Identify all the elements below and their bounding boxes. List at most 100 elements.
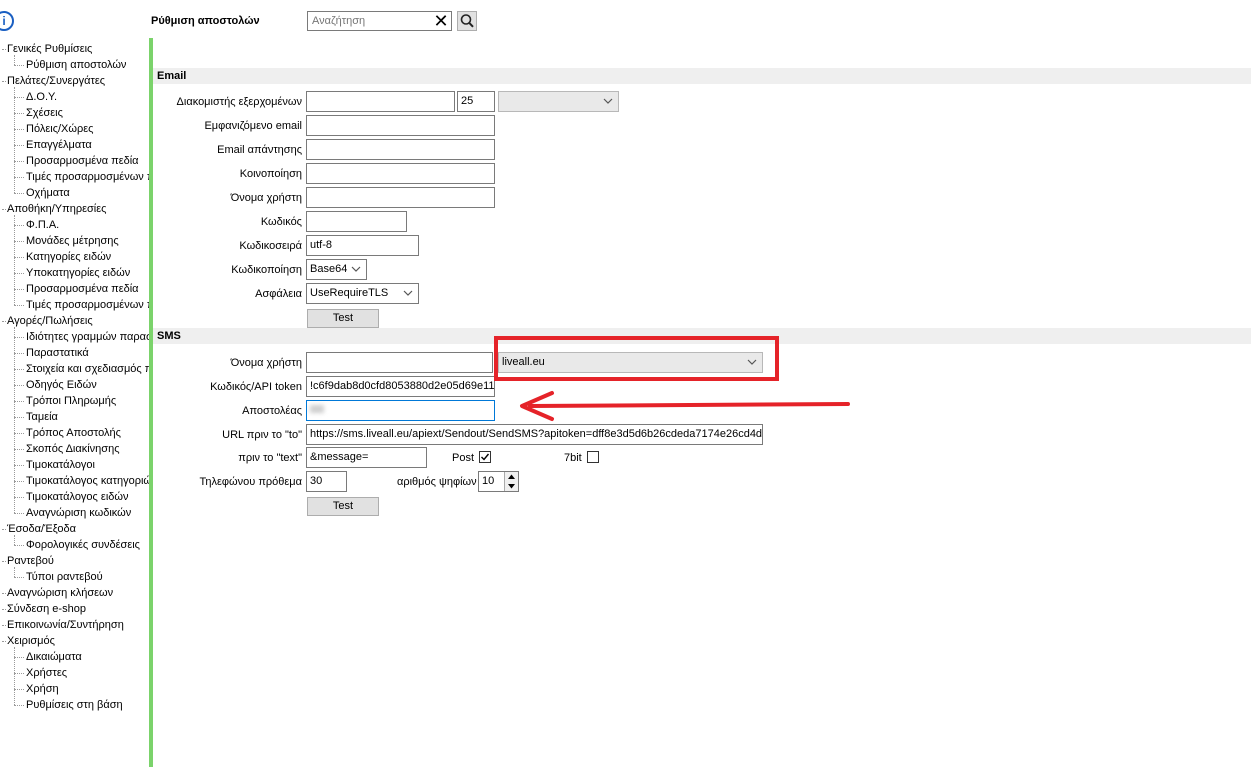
tree-group-item[interactable]: Έσοδα/Έξοδα bbox=[7, 521, 76, 537]
tree-leaf-item[interactable]: Προσαρμοσμένα πεδία bbox=[26, 153, 139, 169]
tree-connector bbox=[14, 513, 24, 514]
tree-leaf-item[interactable]: Δικαιώματα bbox=[26, 649, 82, 665]
email-password-label: Κωδικός bbox=[260, 216, 302, 228]
info-icon[interactable]: i bbox=[0, 11, 14, 31]
tree-leaf-item[interactable]: Τιμοκατάλογος ειδών bbox=[26, 489, 128, 505]
spin-down-icon[interactable] bbox=[505, 482, 518, 491]
tree-connector bbox=[14, 65, 24, 66]
phone-prefix-label: Τηλεφώνου πρόθεμα bbox=[199, 476, 302, 488]
tree-group-item[interactable]: Πελάτες/Συνεργάτες bbox=[7, 73, 105, 89]
tree-connector bbox=[14, 225, 24, 226]
server-type-select[interactable] bbox=[498, 91, 619, 112]
search-input[interactable] bbox=[310, 12, 436, 30]
tree-connector bbox=[14, 353, 24, 354]
tree-leaf-item[interactable]: Οδηγός Ειδών bbox=[26, 377, 97, 393]
email-test-button[interactable]: Test bbox=[307, 309, 379, 328]
reply-email-label: Email απάντησης bbox=[217, 144, 302, 156]
port-field[interactable]: 25 bbox=[457, 91, 495, 112]
tree-connector bbox=[14, 305, 24, 306]
tree-leaf-item[interactable]: Τιμές προσαρμοσμένων π bbox=[26, 169, 149, 185]
tree-connector bbox=[14, 145, 24, 146]
before-text-field[interactable]: &message= bbox=[306, 447, 427, 468]
digits-value: 10 bbox=[482, 475, 495, 487]
tree-connector bbox=[14, 705, 24, 706]
tree-leaf-item[interactable]: Ρύθμιση αποστολών bbox=[26, 57, 126, 73]
charset-field[interactable]: utf-8 bbox=[306, 235, 419, 256]
spin-up-icon[interactable] bbox=[505, 472, 518, 481]
tree-leaf-item[interactable]: Κατηγορίες ειδών bbox=[26, 249, 111, 265]
tree-connector bbox=[14, 481, 24, 482]
post-checkbox[interactable] bbox=[479, 451, 491, 463]
tree-leaf-item[interactable]: Ταμεία bbox=[26, 409, 58, 425]
tree-leaf-item[interactable]: Σκοπός Διακίνησης bbox=[26, 441, 120, 457]
tree-connector bbox=[14, 545, 24, 546]
outgoing-server-field[interactable] bbox=[306, 91, 455, 112]
tree-connector bbox=[14, 417, 24, 418]
tree-leaf-item[interactable]: Πόλεις/Χώρες bbox=[26, 121, 93, 137]
encoding-select[interactable]: Base64 bbox=[306, 259, 367, 280]
tree-leaf-item[interactable]: Χρήση bbox=[26, 681, 59, 697]
tree-connector bbox=[2, 81, 6, 82]
checkmark-icon bbox=[481, 453, 490, 461]
tree-leaf-item[interactable]: Χρήστες bbox=[26, 665, 67, 681]
tree-connector bbox=[14, 673, 24, 674]
tree-leaf-item[interactable]: Προσαρμοσμένα πεδία bbox=[26, 281, 139, 297]
tree-connector bbox=[14, 193, 24, 194]
security-select[interactable]: UseRequireTLS bbox=[306, 283, 419, 304]
api-token-label: Κωδικός/API token bbox=[210, 381, 302, 393]
tree-leaf-item[interactable]: Δ.Ο.Υ. bbox=[26, 89, 57, 105]
sms-username-field[interactable] bbox=[306, 352, 493, 373]
tree-leaf-item[interactable]: Ιδιότητες γραμμών παραστ bbox=[26, 329, 149, 345]
tree-connector bbox=[2, 593, 6, 594]
tree-leaf-item[interactable]: Υποκατηγορίες ειδών bbox=[26, 265, 130, 281]
tree-leaf-item[interactable]: Φ.Π.Α. bbox=[26, 217, 59, 233]
tree-leaf-item[interactable]: Τύποι ραντεβού bbox=[26, 569, 103, 585]
search-icon bbox=[460, 14, 474, 28]
tree-connector bbox=[14, 97, 24, 98]
tree-connector bbox=[14, 369, 24, 370]
url-field[interactable]: https://sms.liveall.eu/apiext/Sendout/Se… bbox=[306, 424, 763, 445]
tree-leaf-item[interactable]: Τρόποι Πληρωμής bbox=[26, 393, 116, 409]
stepper-buttons[interactable] bbox=[504, 472, 518, 491]
charset-label: Κωδικοσειρά bbox=[239, 240, 302, 252]
tree-leaf-item[interactable]: Παραστατικά bbox=[26, 345, 89, 361]
tree-connector bbox=[14, 55, 15, 65]
tree-leaf-item[interactable]: Στοιχεία και σχεδιασμός π bbox=[26, 361, 149, 377]
tree-leaf-item[interactable]: Τιμοκατάλογοι bbox=[26, 457, 95, 473]
tree-group-item[interactable]: Αποθήκη/Υπηρεσίες bbox=[7, 201, 106, 217]
digits-stepper[interactable]: 10 bbox=[478, 471, 519, 492]
tree-leaf-item[interactable]: Τρόπος Αποστολής bbox=[26, 425, 121, 441]
tree-connector bbox=[14, 385, 24, 386]
tree-connector bbox=[14, 161, 24, 162]
tree-leaf-item[interactable]: Φορολογικές συνδέσεις bbox=[26, 537, 140, 553]
tree-connector bbox=[14, 129, 24, 130]
tree-group-item[interactable]: Αναγνώριση κλήσεων bbox=[7, 585, 113, 601]
tree-leaf-item[interactable]: Σχέσεις bbox=[26, 105, 63, 121]
tree-leaf-item[interactable]: Αναγνώριση κωδικών bbox=[26, 505, 131, 521]
security-value: UseRequireTLS bbox=[310, 287, 389, 299]
phone-prefix-field[interactable]: 30 bbox=[306, 471, 347, 492]
email-password-field[interactable] bbox=[306, 211, 407, 232]
encoding-label: Κωδικοποίηση bbox=[231, 264, 302, 276]
tree-leaf-item[interactable]: Οχήματα bbox=[26, 185, 70, 201]
tree-leaf-item[interactable]: Τιμοκατάλογος κατηγοριώ bbox=[26, 473, 149, 489]
tree-leaf-item[interactable]: Επαγγέλματα bbox=[26, 137, 92, 153]
search-button[interactable] bbox=[457, 11, 477, 31]
clear-icon[interactable]: ✕ bbox=[433, 12, 449, 30]
tree-group-item[interactable]: Αγορές/Πωλήσεις bbox=[7, 313, 93, 329]
tree-leaf-item[interactable]: Μονάδες μέτρησης bbox=[26, 233, 119, 249]
tree-group-item[interactable]: Γενικές Ρυθμίσεις bbox=[7, 41, 92, 57]
tree-leaf-item[interactable]: Τιμές προσαρμοσμένων π bbox=[26, 297, 149, 313]
sms-test-button[interactable]: Test bbox=[307, 497, 379, 516]
sender-field[interactable] bbox=[306, 400, 495, 421]
sevenbit-checkbox[interactable] bbox=[587, 451, 599, 463]
reply-email-field[interactable] bbox=[306, 139, 495, 160]
email-username-field[interactable] bbox=[306, 187, 495, 208]
tree-group-item[interactable]: Σύνδεση e-shop bbox=[7, 601, 86, 617]
chevron-down-icon bbox=[351, 266, 361, 272]
cc-field[interactable] bbox=[306, 163, 495, 184]
tree-group-item[interactable]: Επικοινωνία/Συντήρηση bbox=[7, 617, 124, 633]
tree-leaf-item[interactable]: Ρυθμίσεις στη βάση bbox=[26, 697, 123, 713]
api-token-field[interactable]: !c6f9dab8d0cfd8053880d2e05d69e11 bbox=[306, 376, 495, 397]
display-email-field[interactable] bbox=[306, 115, 495, 136]
